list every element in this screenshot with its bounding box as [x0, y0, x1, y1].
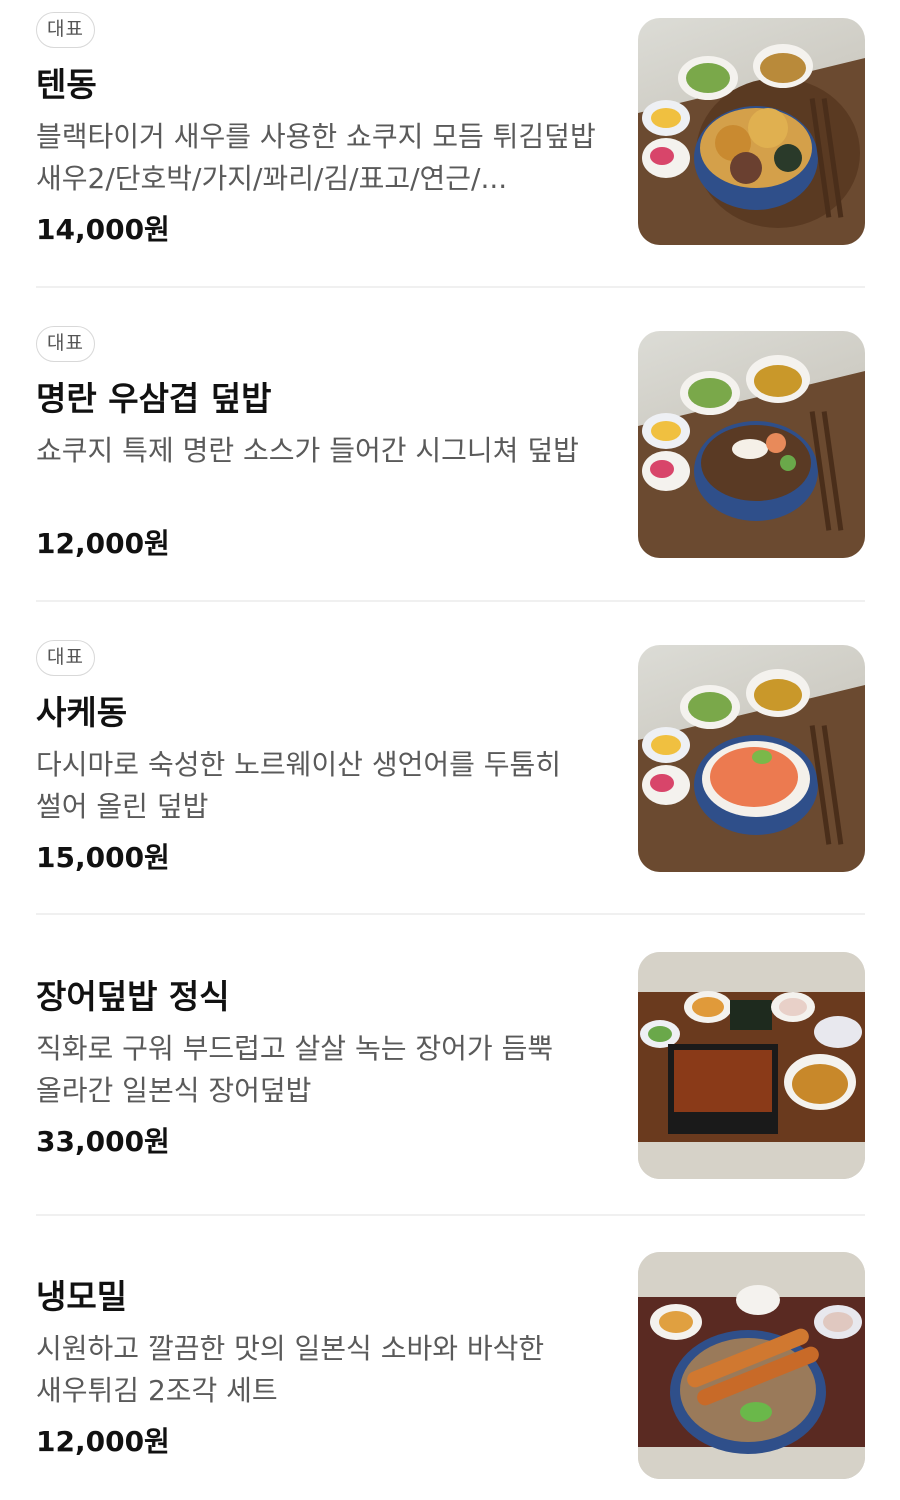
menu-item-cold-soba[interactable]: 냉모밀 시원하고 깔끔한 맛의 일본식 소바와 바삭한 새우튀김 2조각 세트 …: [0, 1228, 900, 1500]
salmon-bowl-photo[interactable]: [638, 645, 865, 872]
representative-badge: 대표: [36, 12, 95, 48]
menu-item-eel-rice-set[interactable]: 장어덮밥 정식 직화로 구워 부드럽고 살살 녹는 장어가 듬뿍 올라간 일본식…: [0, 928, 900, 1214]
divider: [36, 1214, 865, 1216]
menu-item-description: 쇼쿠지 특제 명란 소스가 들어간 시그니쳐 덮밥: [36, 434, 579, 467]
menu-item-name: 냉모밀: [36, 1277, 128, 1316]
menu-item-description: 블랙타이거 새우를 사용한 쇼쿠지 모듬 튀김덮밥 새우2/단호박/가지/꽈리/…: [36, 120, 596, 195]
menu-item-name: 사케동: [36, 693, 128, 732]
tendon-photo[interactable]: [638, 18, 865, 245]
eel-rice-set-photo[interactable]: [638, 952, 865, 1179]
menu-item-price: 14,000원: [36, 213, 170, 246]
menu-item-name: 텐동: [36, 65, 97, 104]
divider: [36, 600, 865, 602]
menu-item-sakedon[interactable]: 대표 사케동 다시마로 숙성한 노르웨이산 생언어를 두툼히 썰어 올린 덮밥 …: [0, 614, 900, 914]
menu-item-description: 직화로 구워 부드럽고 살살 녹는 장어가 듬뿍 올라간 일본식 장어덮밥: [36, 1032, 554, 1107]
mentaiko-beef-bowl-photo[interactable]: [638, 331, 865, 558]
menu-item-mentaiko-beef-bowl[interactable]: 대표 명란 우삼겹 덮밥 쇼쿠지 특제 명란 소스가 들어간 시그니쳐 덮밥 1…: [0, 300, 900, 600]
divider: [36, 286, 865, 288]
menu-item-price: 12,000원: [36, 527, 170, 560]
menu-item-name: 장어덮밥 정식: [36, 977, 230, 1016]
menu-item-price: 12,000원: [36, 1425, 170, 1458]
representative-badge: 대표: [36, 326, 95, 362]
menu-item-description: 시원하고 깔끔한 맛의 일본식 소바와 바삭한 새우튀김 2조각 세트: [36, 1332, 545, 1407]
cold-soba-photo[interactable]: [638, 1252, 865, 1479]
menu-item-price: 15,000원: [36, 841, 170, 874]
menu-item-name: 명란 우삼겹 덮밥: [36, 379, 272, 418]
menu-item-tendon[interactable]: 대표 텐동 블랙타이거 새우를 사용한 쇼쿠지 모듬 튀김덮밥 새우2/단호박/…: [0, 0, 900, 288]
divider: [36, 913, 865, 915]
representative-badge: 대표: [36, 640, 95, 676]
menu-item-price: 33,000원: [36, 1125, 170, 1158]
menu-item-description: 다시마로 숙성한 노르웨이산 생언어를 두툼히 썰어 올린 덮밥: [36, 748, 562, 823]
